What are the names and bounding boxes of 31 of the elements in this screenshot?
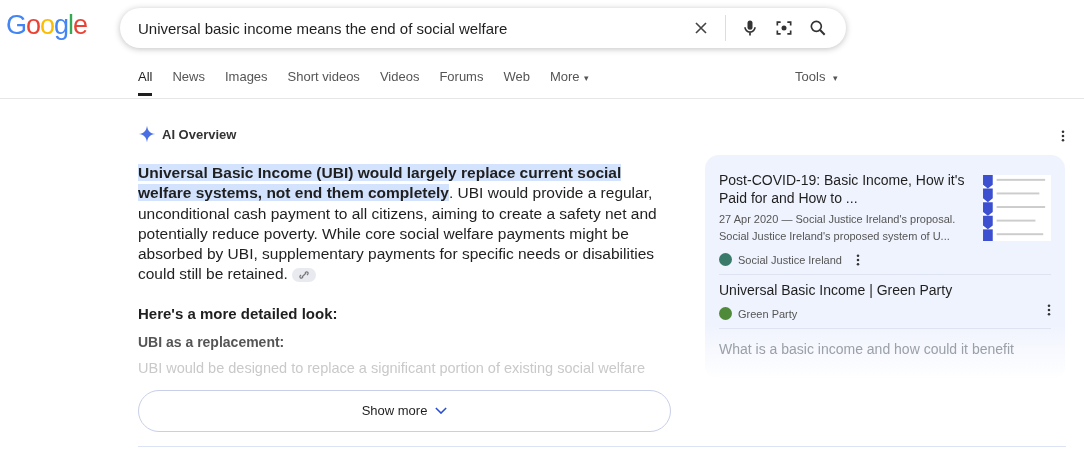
site-favicon (719, 253, 732, 266)
search-tab[interactable]: All (138, 66, 153, 96)
google-logo[interactable]: Google (0, 10, 120, 41)
search-tab[interactable]: Images (224, 66, 268, 96)
chevron-down-icon (435, 407, 448, 415)
tools-menu[interactable]: Tools ▾ (795, 66, 838, 96)
section-heading: Here's a more detailed look: (138, 304, 339, 322)
link-icon[interactable] (292, 268, 317, 283)
camera-icon[interactable] (774, 18, 794, 38)
source-snippet: 27 Apr 2020 — Social Justice Ireland's proposal. Social Justice Ireland's proposed system of U... (719, 212, 957, 244)
search-tab[interactable]: Forums (439, 66, 484, 96)
search-tab[interactable]: Web (503, 66, 530, 96)
site-favicon (719, 307, 732, 320)
search-tab[interactable]: Short videos (287, 66, 360, 96)
search-field[interactable]: Universal basic income means the end of social welfare (120, 8, 846, 48)
more-options-icon[interactable] (1047, 304, 1051, 316)
search-tab[interactable]: More ▾ (549, 66, 589, 96)
site-name: Social Justice Ireland (738, 253, 842, 266)
sparkle-icon (138, 125, 156, 143)
search-icon[interactable] (808, 18, 828, 38)
more-options-icon[interactable] (1061, 130, 1065, 142)
search-tab[interactable]: Videos (379, 66, 420, 96)
search-tab[interactable]: News (172, 66, 205, 96)
site-name: Green Party (738, 307, 798, 320)
more-options-icon[interactable] (855, 253, 860, 266)
overview-title: AI Overview (162, 126, 237, 142)
show-more-button[interactable]: Show more (138, 389, 671, 432)
overview-paragraph: Universal Basic Income (UBI) would largely replace current social welfare systems, not end them completely. UBI would provide a regular, unconditional cash payment to all citizens, aiming to create a safety net and potentially reduce poverty. While core social welfare payments might be absorbed by UBI, supplementary payments for specific needs or disabilities could still be retained. (138, 163, 658, 285)
source-title[interactable]: Post-COVID-19: Basic Income, How it's Paid for and How to ... (719, 171, 973, 207)
source-title[interactable]: Universal Basic Income | Green Party (719, 281, 1037, 299)
subheading: UBI as a replacement: (138, 333, 286, 350)
